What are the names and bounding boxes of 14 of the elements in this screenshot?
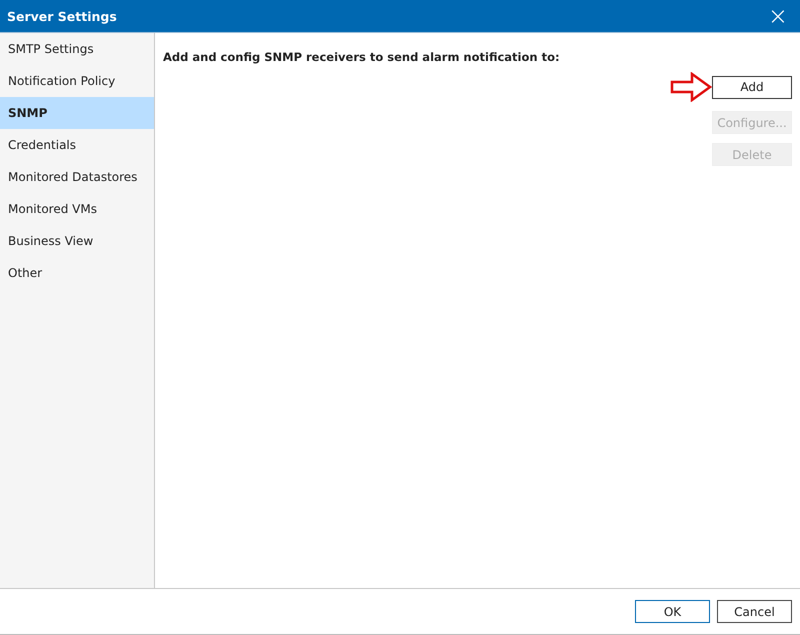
close-button[interactable]: ×	[756, 4, 800, 28]
sidebar-item[interactable]: Business View	[0, 225, 154, 257]
window-title: Server Settings	[7, 8, 117, 24]
sidebar-item[interactable]: Notification Policy	[0, 65, 154, 97]
sidebar-item[interactable]: SNMP	[0, 97, 154, 129]
sidebar-item[interactable]: Other	[0, 257, 154, 289]
sidebar-item[interactable]: Monitored VMs	[0, 193, 154, 225]
sidebar-item[interactable]: Credentials	[0, 129, 154, 161]
instruction-text: Add and config SNMP receivers to send alarm notification to:	[163, 50, 561, 64]
dialog-button[interactable]: Cancel	[717, 600, 792, 623]
add-button[interactable]: Add	[712, 76, 792, 98]
sidebar-item[interactable]: Monitored Datastores	[0, 161, 154, 193]
sidebar-item[interactable]: SMTP Settings	[0, 33, 154, 65]
dialog-button[interactable]: OK	[635, 600, 710, 623]
